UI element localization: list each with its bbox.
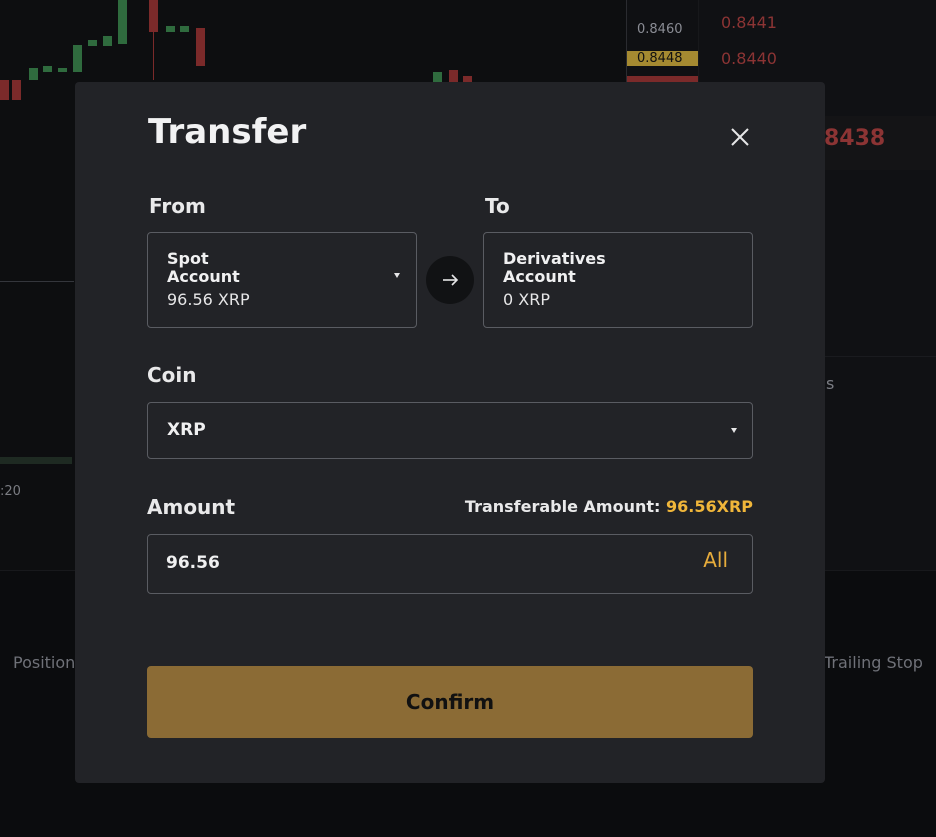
- orderbook-ask-price: 0.8441: [721, 13, 777, 32]
- amount-field[interactable]: All: [147, 534, 753, 594]
- chart-candle: [166, 26, 175, 32]
- price-axis-current: 0.8448: [627, 51, 703, 66]
- from-account-balance: 96.56 XRP: [167, 290, 250, 309]
- tab-trailing-stop[interactable]: Trailing Stop: [824, 653, 923, 672]
- confirm-button[interactable]: Confirm: [147, 666, 753, 738]
- chevron-down-icon: [394, 273, 400, 278]
- orderbook-ask-price: 0.8440: [721, 49, 777, 68]
- swap-direction-button[interactable]: [426, 256, 474, 304]
- chart-candle: [449, 70, 458, 82]
- chart-candle: [118, 0, 127, 44]
- chart-divider: [0, 281, 74, 282]
- chart-candle: [433, 72, 442, 82]
- to-account-box[interactable]: Derivatives Account 0 XRP: [483, 232, 753, 328]
- to-label: To: [485, 194, 510, 218]
- chart-candle: [88, 40, 97, 46]
- transferable-amount-label: Transferable Amount:: [464, 497, 661, 516]
- amount-input[interactable]: [166, 551, 646, 575]
- from-account-select[interactable]: Spot Account 96.56 XRP: [147, 232, 417, 328]
- arrow-right-icon: [443, 274, 459, 286]
- chart-candle: [180, 26, 189, 32]
- chart-candle: [12, 80, 21, 100]
- chart-candle: [58, 68, 67, 72]
- transferable-amount-value: 96.56XRP: [666, 497, 753, 516]
- coin-select[interactable]: XRP: [147, 402, 753, 459]
- coin-label: Coin: [147, 363, 197, 387]
- tab-positions[interactable]: Position: [13, 653, 75, 672]
- chart-candle: [196, 28, 205, 66]
- chart-candle: [0, 80, 9, 100]
- amount-label: Amount: [147, 495, 236, 519]
- to-account-name: Derivatives Account: [503, 249, 606, 286]
- from-label: From: [149, 194, 206, 218]
- chart-candle: [73, 45, 82, 72]
- close-button[interactable]: [725, 122, 755, 152]
- all-button[interactable]: All: [703, 548, 728, 572]
- orderbook-partial-label: s: [826, 374, 835, 393]
- chart-candle: [29, 68, 38, 80]
- chart-candle: [43, 66, 52, 72]
- chart-candle: [103, 36, 112, 46]
- volume-bars: [0, 457, 72, 464]
- to-account-balance: 0 XRP: [503, 290, 550, 309]
- close-icon: [731, 128, 749, 146]
- time-axis-label: :20: [0, 484, 21, 499]
- price-axis-label: 0.8460: [637, 22, 683, 37]
- chart-candle: [149, 0, 158, 32]
- transfer-modal: Transfer From To Spot Account 96.56 XRP …: [75, 82, 825, 783]
- from-account-name: Spot Account: [167, 249, 240, 286]
- chart-wick: [153, 32, 154, 80]
- coin-select-value: XRP: [167, 420, 206, 440]
- orderbook-last-price-text: 8438: [824, 126, 886, 151]
- chevron-down-icon: [731, 428, 737, 433]
- transferable-amount: Transferable Amount: 96.56XRP: [465, 497, 753, 516]
- price-axis: 0.8460 0.8448: [626, 0, 703, 90]
- modal-title: Transfer: [148, 112, 307, 152]
